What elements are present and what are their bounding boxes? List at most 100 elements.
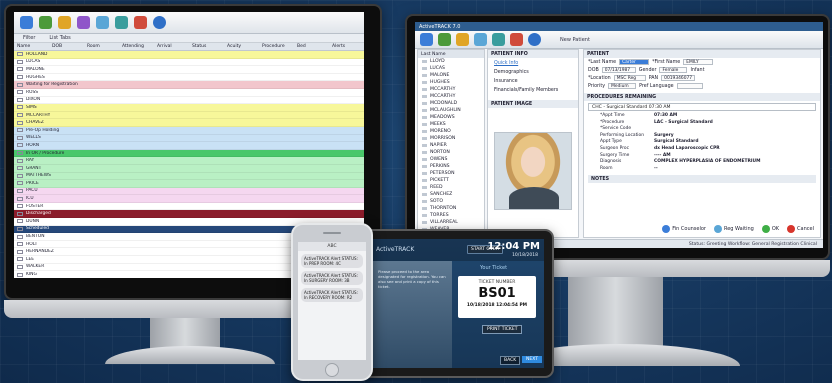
table-row[interactable]: ROSS xyxy=(14,88,364,97)
help-icon[interactable] xyxy=(528,33,541,46)
tools-icon[interactable] xyxy=(134,16,147,29)
table-row[interactable]: WELLS xyxy=(14,134,364,143)
column-header[interactable]: Name xyxy=(14,44,49,49)
priority-select[interactable]: Medium xyxy=(608,83,637,89)
notes-header[interactable]: NOTES xyxy=(588,175,816,184)
home-button[interactable] xyxy=(325,363,339,377)
table-row[interactable]: ICU xyxy=(14,195,364,203)
list-item[interactable]: NAPIER xyxy=(418,142,484,149)
first-name-input[interactable]: EMILY xyxy=(683,59,714,65)
infant-label[interactable]: Infant xyxy=(690,68,704,73)
home-icon[interactable] xyxy=(20,16,33,29)
list-item[interactable]: MORRISON xyxy=(418,135,484,142)
table-row[interactable]: CHAVEZ xyxy=(14,119,364,127)
table-row[interactable]: PRICE xyxy=(14,180,364,188)
list-item[interactable]: MCCARTHY xyxy=(418,93,484,100)
list-item[interactable]: VILLARREAL xyxy=(418,219,484,226)
list-item[interactable]: PICKETT xyxy=(418,177,484,184)
reg-waiting-button[interactable]: Reg Waiting xyxy=(713,225,754,233)
list-item[interactable]: MCCARTHY xyxy=(418,86,484,93)
column-header[interactable]: Procedure xyxy=(259,44,294,49)
schedule-icon[interactable] xyxy=(456,33,469,46)
column-header[interactable]: Room xyxy=(84,44,119,49)
link-insurance[interactable]: Insurance xyxy=(488,76,578,85)
home-icon[interactable] xyxy=(420,33,433,46)
last-name-input[interactable]: Carter xyxy=(619,59,650,65)
table-row[interactable]: In OR / Procedure xyxy=(14,149,364,158)
table-row[interactable]: MATTHEWS xyxy=(14,172,364,181)
table-row[interactable]: MALONE xyxy=(14,66,364,74)
column-header[interactable]: Arrival xyxy=(154,44,189,49)
table-row[interactable]: PACU xyxy=(14,187,364,196)
tab-new-patient[interactable]: New Patient xyxy=(560,37,590,43)
list-item[interactable]: LLOYD xyxy=(418,58,484,65)
cancel-button[interactable]: Cancel xyxy=(787,225,814,233)
column-header[interactable]: Status xyxy=(189,44,224,49)
patient-icon[interactable] xyxy=(39,16,52,29)
table-row[interactable]: Pre-Op Holding xyxy=(14,126,364,135)
table-row[interactable]: HOLLAND xyxy=(14,51,364,59)
list-item[interactable]: SANCHEZ xyxy=(418,191,484,198)
list-item[interactable]: HUGHES xyxy=(418,79,484,86)
pref-language-select[interactable] xyxy=(676,83,703,89)
chart-icon[interactable] xyxy=(492,33,505,46)
list-item[interactable]: NORTON xyxy=(418,149,484,156)
table-row[interactable]: GRANT xyxy=(14,164,364,173)
tab-filter[interactable]: Filter xyxy=(20,35,38,41)
patient-icon[interactable] xyxy=(438,33,451,46)
list-item[interactable]: MCDONALD xyxy=(418,100,484,107)
chart-icon[interactable] xyxy=(115,16,128,29)
pan-input[interactable]: 0019346077 xyxy=(661,75,696,81)
help-icon[interactable] xyxy=(153,16,166,29)
list-item[interactable]: OWENS xyxy=(418,156,484,163)
action-buttons: Fin Counselor Reg Waiting OK Cancel xyxy=(662,225,814,233)
report-icon[interactable] xyxy=(77,16,90,29)
table-row[interactable]: HORN xyxy=(14,142,364,150)
list-item[interactable]: MEADOWS xyxy=(418,114,484,121)
list-item[interactable]: MEEKS xyxy=(418,121,484,128)
list-item[interactable]: PETERSON xyxy=(418,170,484,177)
location-select[interactable]: MSC Reg xyxy=(613,75,646,81)
print-ticket-button[interactable]: PRINT TICKET xyxy=(482,325,523,334)
list-item[interactable]: THORNTON xyxy=(418,205,484,212)
table-row[interactable]: SIMS xyxy=(14,104,364,112)
gender-select[interactable]: Female xyxy=(659,67,688,73)
list-item[interactable]: MALONE xyxy=(418,72,484,79)
table-row[interactable]: HUGHES xyxy=(14,73,364,82)
column-header[interactable]: Acuity xyxy=(224,44,259,49)
link-quick-info[interactable]: Quick Info xyxy=(488,58,578,67)
procedure-item[interactable]: CHC - Surgical Standard 07:30 AM xyxy=(588,103,816,111)
table-row[interactable]: FOSTER xyxy=(14,202,364,211)
table-row[interactable]: DIXON xyxy=(14,96,364,105)
refresh-icon[interactable] xyxy=(96,16,109,29)
list-item[interactable]: SOTO xyxy=(418,198,484,205)
column-header[interactable]: Bed xyxy=(294,44,329,49)
ok-button[interactable]: OK xyxy=(761,225,779,233)
list-item[interactable]: REED xyxy=(418,184,484,191)
column-header[interactable]: Attending xyxy=(119,44,154,49)
tab-list[interactable]: List Tabs xyxy=(46,35,73,41)
column-header[interactable]: DOB xyxy=(49,44,84,49)
table-row[interactable]: LUCAS xyxy=(14,58,364,67)
column-header[interactable]: Alerts xyxy=(329,44,364,49)
table-row[interactable]: RAY xyxy=(14,157,364,165)
list-item[interactable]: MCLAUGHLIN xyxy=(418,107,484,114)
refresh-icon[interactable] xyxy=(474,33,487,46)
table-row[interactable]: Discharged xyxy=(14,210,364,219)
table-row[interactable]: Waiting for Registration xyxy=(14,81,364,89)
fin-counselor-button[interactable]: Fin Counselor xyxy=(662,225,706,233)
row-name: Waiting for Registration xyxy=(26,82,78,88)
pref-language-label: Pref Language xyxy=(639,83,674,89)
link-demographics[interactable]: Demographics xyxy=(488,67,578,76)
tools-icon[interactable] xyxy=(510,33,523,46)
link-financials[interactable]: Financials/Family Members xyxy=(488,85,578,94)
back-button[interactable]: BACK xyxy=(500,356,521,365)
table-row[interactable]: MCCARTHY xyxy=(14,111,364,120)
list-item[interactable]: MORENO xyxy=(418,128,484,135)
list-item[interactable]: TORRES xyxy=(418,212,484,219)
list-item[interactable]: PERKINS xyxy=(418,163,484,170)
next-button[interactable]: NEXT xyxy=(522,356,542,363)
dob-input[interactable]: 07/13/1987 xyxy=(601,67,636,73)
schedule-icon[interactable] xyxy=(58,16,71,29)
list-item[interactable]: LUCAS xyxy=(418,65,484,72)
